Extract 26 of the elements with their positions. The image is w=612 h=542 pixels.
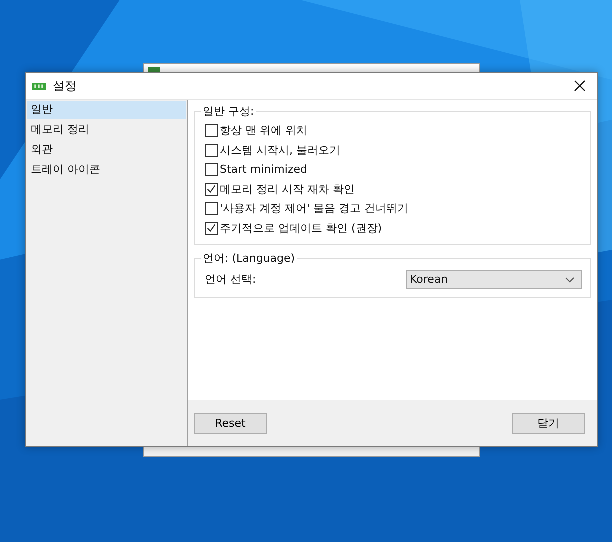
checkbox[interactable]	[205, 144, 218, 157]
memory-chip-icon	[32, 82, 46, 90]
checkbox[interactable]	[205, 202, 218, 216]
checkbox-label: '사용자 계정 제어' 물음 경고 건너뛰기	[220, 201, 409, 216]
group-title: 언어: (Language)	[202, 251, 296, 266]
sidebar-item[interactable]: 메모리 정리	[27, 121, 186, 139]
dialog-button[interactable]: Reset	[194, 412, 267, 434]
window-title: 설정	[53, 78, 78, 94]
checkbox-label: 시스템 시작시, 불러오기	[220, 142, 340, 158]
language-label: 언어 선택:	[205, 272, 256, 287]
checkbox[interactable]	[205, 222, 218, 235]
dialog-button[interactable]: 닫기	[512, 412, 585, 434]
close-icon[interactable]	[574, 80, 586, 92]
sidebar-item[interactable]: 외관	[27, 141, 186, 159]
chevron-down-icon	[565, 276, 575, 282]
checkbox[interactable]	[205, 163, 218, 176]
language-dropdown[interactable]: Korean	[406, 270, 582, 289]
checkbox-label: Start minimized	[220, 163, 308, 176]
checkbox-label: 주기적으로 업데이트 확인 (권장)	[220, 220, 382, 236]
sidebar-item[interactable]: 일반	[27, 101, 186, 119]
checkbox[interactable]	[205, 182, 218, 196]
group-title: 일반 구성:	[202, 104, 256, 119]
checkbox-label: 항상 맨 위에 위치	[220, 123, 308, 138]
checkbox-label: 메모리 정리 시작 재차 확인	[220, 182, 355, 197]
sidebar-item[interactable]: 트레이 아이콘	[27, 161, 186, 179]
checkbox[interactable]	[205, 124, 218, 138]
